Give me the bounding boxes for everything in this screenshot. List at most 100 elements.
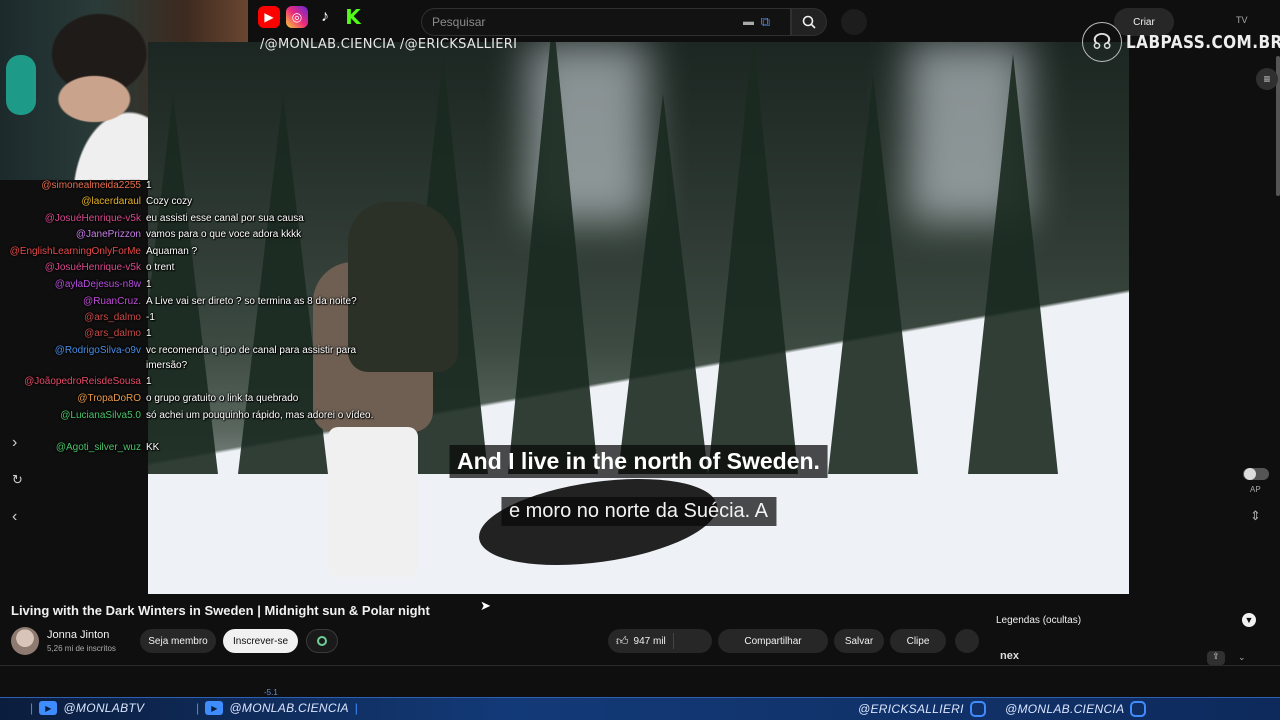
search-placeholder: Pesquisar — [432, 15, 486, 29]
chevron-down-icon[interactable]: ▼ — [1242, 613, 1256, 627]
translate-extension-icon[interactable]: ⧉ — [761, 14, 770, 30]
chat-message: @TropaDoRO o grupo gratuito o link ta que… — [0, 391, 376, 406]
chat-username[interactable]: @ars_dalmo — [0, 310, 146, 325]
brand-text: LABPASS.COM.BR — [1126, 31, 1280, 53]
search-input[interactable]: Pesquisar ▬ ⧉ ⚙ — [421, 8, 818, 36]
clip-button[interactable]: Clipe — [890, 629, 946, 653]
instagram-icon — [1130, 701, 1147, 717]
tree-shape — [618, 94, 708, 474]
chat-username[interactable]: @RodrigoSilva-o9v — [0, 343, 146, 373]
chevron-right-icon[interactable]: › — [12, 434, 17, 452]
chat-text: 1 — [146, 279, 152, 290]
chat-message: @JosuéHenrique-v5k o trent — [0, 260, 376, 275]
chat-message: @ars_dalmo -1 — [0, 310, 376, 325]
keyboard-icon[interactable]: ▬ — [743, 16, 754, 28]
search-icon — [802, 15, 816, 29]
youtube-icon: ▶ — [205, 701, 224, 715]
ribbon-item-monlab-ciencia: | ▶ @MONLAB.CIENCIA | — [196, 701, 359, 715]
chat-text: 1 — [146, 180, 152, 191]
instagram-icon: ◎ — [286, 6, 308, 28]
ad-logo[interactable]: nex — [1000, 650, 1019, 662]
chat-text: 1 — [146, 328, 152, 339]
chat-message: @RuanCruz. A Live vai ser direto ? so ter… — [0, 294, 376, 309]
subtitle-english: And I live in the north of Sweden. — [449, 445, 828, 478]
social-ribbon: | ▶ @MONLABTV | ▶ @MONLAB.CIENCIA | @ERI… — [0, 697, 1280, 720]
autoplay-label: AP — [1250, 485, 1261, 494]
refresh-icon[interactable]: ↻ — [12, 472, 23, 488]
chat-text: o trent — [146, 262, 175, 273]
share-icon[interactable]: ⇪ — [1207, 651, 1225, 665]
chat-username[interactable]: @Agoti_silver_wuz — [0, 440, 146, 455]
notification-bell-button[interactable] — [306, 629, 338, 653]
chat-username[interactable]: @EnglishLearningOnlyForMe — [0, 244, 146, 259]
save-button[interactable]: Salvar — [834, 629, 884, 653]
chat-message: @aylaDejesus-n8w 1 — [0, 277, 376, 292]
chat-message: @JoãopedroReisdeSousa 1 — [0, 374, 376, 389]
channel-name[interactable]: Jonna Jinton — [47, 629, 109, 641]
like-divider — [673, 633, 674, 649]
ribbon-handle: @MONLAB.CIENCIA — [1005, 702, 1125, 716]
chat-text: vc recomenda q tipo de canal para assist… — [146, 345, 357, 371]
loading-icon — [317, 636, 327, 646]
chat-text: o grupo gratuito o link ta quebrado — [146, 393, 299, 404]
chat-text: só achei um pouquinho rápido, mas adorei… — [146, 410, 374, 421]
mini-text: -5.1 — [264, 688, 278, 697]
chat-text: 1 — [146, 376, 152, 387]
channel-avatar[interactable] — [11, 627, 39, 655]
subtitle-portuguese: e moro no norte da Suécia. A — [500, 497, 777, 526]
ribbon-handle: @ERICKSALLIERI — [858, 702, 964, 716]
chat-username[interactable]: @JanePrizzon — [0, 227, 146, 242]
chat-username[interactable]: @aylaDejesus-n8w — [0, 277, 146, 292]
tiktok-icon: ♪ — [321, 8, 329, 25]
tree-shape — [708, 42, 798, 474]
tree-shape — [968, 54, 1058, 474]
ribbon-item-monlabtv: | ▶ @MONLABTV — [30, 701, 145, 715]
kick-icon: K — [345, 5, 361, 29]
captions-panel[interactable]: Legendas (ocultas) ▼ — [988, 609, 1262, 633]
search-button[interactable] — [791, 8, 827, 36]
voice-search-button[interactable] — [841, 9, 867, 35]
subscribe-button[interactable]: Inscrever-se — [223, 629, 298, 653]
chat-username[interactable]: @TropaDoRO — [0, 391, 146, 406]
chat-username[interactable]: @simonealmeida2255 — [0, 178, 146, 193]
captions-label: Legendas (ocultas) — [996, 615, 1082, 626]
chat-message: @RodrigoSilva-o9v vc recomenda q tipo de … — [0, 343, 376, 373]
tree-shape — [828, 74, 918, 474]
chat-text: eu assisti esse canal por sua causa — [146, 213, 304, 224]
chat-message: @EnglishLearningOnlyForMe Aquaman ? — [0, 244, 376, 259]
chat-message: @simonealmeida2255 1 — [0, 178, 376, 193]
chat-username[interactable]: @JoãopedroReisdeSousa — [0, 374, 146, 389]
thumbs-up-icon: 👍︎ — [616, 633, 629, 648]
divider — [0, 665, 1280, 666]
more-actions-button[interactable] — [955, 629, 979, 653]
share-button[interactable]: Compartilhar — [718, 629, 828, 653]
video-title: Living with the Dark Winters in Sweden |… — [11, 603, 430, 618]
chat-message: @JanePrizzon vamos para o que voce adora … — [0, 227, 376, 242]
chat-text: A Live vai ser direto ? so termina as 8 … — [146, 296, 357, 307]
mouse-cursor-icon: ➤ — [480, 598, 491, 613]
chat-username[interactable]: @JosuéHenrique-v5k — [0, 211, 146, 226]
chevron-down-icon[interactable]: ⌄ — [1238, 652, 1246, 663]
ribbon-handle: @MONLABTV — [63, 701, 145, 715]
channel-subscribers: 5,26 mi de inscritos — [47, 644, 116, 653]
chat-message: @LucianaSilva5.0 só achei um pouquinho rá… — [0, 408, 376, 423]
chat-username[interactable]: @LucianaSilva5.0 — [0, 408, 146, 423]
brain-icon: ☊ — [1082, 22, 1122, 62]
chat-username[interactable]: @JosuéHenrique-v5k — [0, 260, 146, 275]
youtube-icon: ▶ — [39, 701, 58, 715]
chat-text: KK — [146, 442, 160, 453]
expand-icon[interactable]: ⇕ — [1250, 508, 1261, 524]
chat-username[interactable]: @RuanCruz. — [0, 294, 146, 309]
like-button[interactable]: 👍︎ 947 mil — [608, 629, 712, 653]
ribbon-item-ericksallieri: @ERICKSALLIERI — [858, 701, 986, 717]
ribbon-handle: @MONLAB.CIENCIA — [229, 701, 349, 715]
chat-message: @lacerdaraul Cozy cozy — [0, 194, 376, 209]
chat-username[interactable]: @lacerdaraul — [0, 194, 146, 209]
guide-menu-icon[interactable]: ≡ — [1256, 68, 1278, 90]
autoplay-toggle[interactable] — [1243, 468, 1269, 480]
like-count: 947 mil — [633, 635, 666, 647]
chat-username[interactable]: @ars_dalmo — [0, 326, 146, 341]
join-button[interactable]: Seja membro — [140, 629, 216, 653]
chat-text: Aquaman ? — [146, 246, 198, 257]
chevron-left-icon[interactable]: ‹ — [12, 508, 17, 526]
